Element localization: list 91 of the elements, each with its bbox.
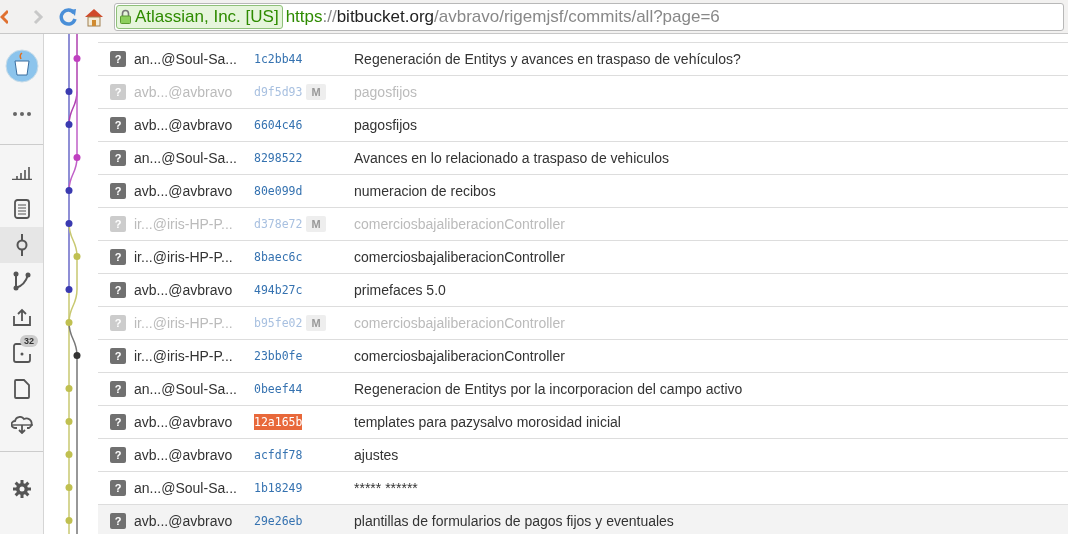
commit-message: comerciosbajaliberacionController <box>354 315 565 331</box>
file-icon <box>13 379 30 399</box>
cloud-download-icon <box>10 416 33 434</box>
commit-message: Regeneracion de Entitys por la incorporacion del campo activo <box>354 381 743 397</box>
settings-icon <box>12 480 31 498</box>
commit-icon <box>15 234 28 256</box>
security-badge[interactable]: Atlassian, Inc. [US] <box>116 4 283 29</box>
commit-message: numeracion de recibos <box>354 183 496 199</box>
url-host: bitbucket.org <box>336 6 434 27</box>
user-avatar: ? <box>110 414 126 430</box>
certificate-owner: Atlassian, Inc. [US] <box>135 6 279 27</box>
commit-message: plantillas de formularios de pagos fijos y eventuales <box>354 513 674 529</box>
commit-row[interactable]: ? avb...@avbravo 12a165b templates para pazysalvo morosidad inicial <box>98 405 1068 438</box>
user-avatar: ? <box>110 480 126 496</box>
commit-message: comerciosbajaliberacionController <box>354 249 565 265</box>
commit-hash-link[interactable]: 494b27c <box>254 282 303 298</box>
commit-row[interactable]: ? avb...@avbravo 6604c46 pagosfijos <box>98 108 1068 141</box>
commit-hash-link[interactable]: 8298522 <box>254 150 303 166</box>
merge-badge: M <box>306 315 326 331</box>
upload-icon <box>12 308 31 326</box>
commit-author[interactable]: avb...@avbravo <box>134 117 254 133</box>
reload-icon[interactable] <box>58 6 78 27</box>
commit-message: ajustes <box>354 447 399 463</box>
commit-row[interactable]: ? ir...@iris-HP-P... 23bb0fe comerciosbajaliberacionController <box>98 339 1068 372</box>
commit-message: comerciosbajaliberacionController <box>354 216 565 232</box>
commit-row[interactable]: ? avb...@avbravo 494b27c primefaces 5.0 <box>98 273 1068 306</box>
commit-author[interactable]: an...@Soul-Sa... <box>134 480 254 496</box>
commit-hash-link[interactable]: 8baec6c <box>254 249 303 265</box>
user-avatar: ? <box>110 348 126 364</box>
back-icon[interactable] <box>0 8 8 25</box>
commit-message: primefaces 5.0 <box>354 282 446 298</box>
commit-hash-link[interactable]: 6604c46 <box>254 117 303 133</box>
url-separator: :// <box>322 6 337 27</box>
repository-avatar-icon <box>4 49 39 83</box>
commit-message: Regeneración de Entitys y avances en traspaso de vehículos? <box>354 51 741 67</box>
commit-hash-link[interactable]: 23bb0fe <box>254 348 303 364</box>
commit-row[interactable]: ? an...@Soul-Sa... 8298522 Avances en lo relacionado a traspaso de vehiculos <box>98 141 1068 174</box>
document-lines-icon <box>13 199 30 219</box>
commit-author[interactable]: an...@Soul-Sa... <box>134 381 254 397</box>
commit-message: Avances en lo relacionado a traspaso de vehiculos <box>354 150 669 166</box>
lock-icon <box>120 9 131 24</box>
commit-row[interactable]: ? an...@Soul-Sa... 1c2bb44 Regeneración de Entitys y avances en traspaso de vehículos? <box>98 42 1068 75</box>
user-avatar: ? <box>110 183 126 199</box>
commit-hash-link[interactable]: 0beef44 <box>254 381 303 397</box>
commit-message: templates para pazysalvo morosidad inicial <box>354 414 621 430</box>
user-avatar: ? <box>110 249 126 265</box>
commit-message: pagosfijos <box>354 117 418 133</box>
commit-nav-item[interactable] <box>0 227 43 263</box>
commit-row[interactable]: ? avb...@avbravo 29e26eb plantillas de formularios de pagos fijos y eventuales <box>98 504 1068 534</box>
count-badge: 32 <box>20 335 38 347</box>
commit-row[interactable]: ? ir...@iris-HP-P... 8baec6c comerciosbajaliberacionController <box>98 240 1068 273</box>
commit-message: ***** ****** <box>354 480 418 496</box>
user-avatar: ? <box>110 117 126 133</box>
user-avatar: ? <box>110 84 126 100</box>
pull-request-nav-item[interactable]: 32 <box>0 335 43 371</box>
commit-author[interactable]: avb...@avbravo <box>134 282 254 298</box>
home-icon[interactable] <box>84 6 104 27</box>
commit-author[interactable]: avb...@avbravo <box>134 447 254 463</box>
commit-author[interactable]: an...@Soul-Sa... <box>134 150 254 166</box>
address-bar[interactable]: Atlassian, Inc. [US] https://bitbucket.org/avbravo/rigemjsf/commits/all?page=6 <box>114 2 1064 31</box>
branch-icon <box>12 271 31 291</box>
commit-message: comerciosbajaliberacionController <box>354 348 565 364</box>
user-avatar: ? <box>110 315 126 331</box>
commit-author[interactable]: ir...@iris-HP-P... <box>134 249 254 265</box>
url-path: /avbravo/rigemjsf/commits/all?page=6 <box>434 6 720 27</box>
user-avatar: ? <box>110 51 126 67</box>
merge-badge: M <box>306 216 326 232</box>
user-avatar: ? <box>110 150 126 166</box>
commit-author[interactable]: avb...@avbravo <box>134 513 254 529</box>
bar-chart-icon <box>11 166 32 180</box>
commit-hash-link[interactable]: 80e099d <box>254 183 303 199</box>
merge-badge: M <box>306 84 326 100</box>
user-avatar: ? <box>110 513 126 529</box>
url-scheme: https <box>285 6 323 27</box>
commit-row[interactable]: ? avb...@avbravo 80e099d numeracion de recibos <box>98 174 1068 207</box>
user-avatar: ? <box>110 216 126 232</box>
commit-message: pagosfijos <box>354 84 418 100</box>
commit-author[interactable]: avb...@avbravo <box>134 414 254 430</box>
user-avatar: ? <box>110 282 126 298</box>
commit-hash-link[interactable]: 29e26eb <box>254 513 303 529</box>
commit-hash-link[interactable]: acfdf78 <box>254 447 303 463</box>
more-icon <box>12 112 31 116</box>
commit-hash-link[interactable]: 1b18249 <box>254 480 303 496</box>
commit-row[interactable]: ? an...@Soul-Sa... 0beef44 Regeneracion de Entitys por la incorporacion del campo activo <box>98 372 1068 405</box>
user-avatar: ? <box>110 447 126 463</box>
commit-author[interactable]: avb...@avbravo <box>134 183 254 199</box>
commit-author[interactable]: an...@Soul-Sa... <box>134 51 254 67</box>
commit-hash-link[interactable]: 1c2bb44 <box>254 51 303 67</box>
user-avatar: ? <box>110 381 126 397</box>
commit-row[interactable]: ? avb...@avbravo acfdf78 ajustes <box>98 438 1068 471</box>
commit-author[interactable]: ir...@iris-HP-P... <box>134 348 254 364</box>
